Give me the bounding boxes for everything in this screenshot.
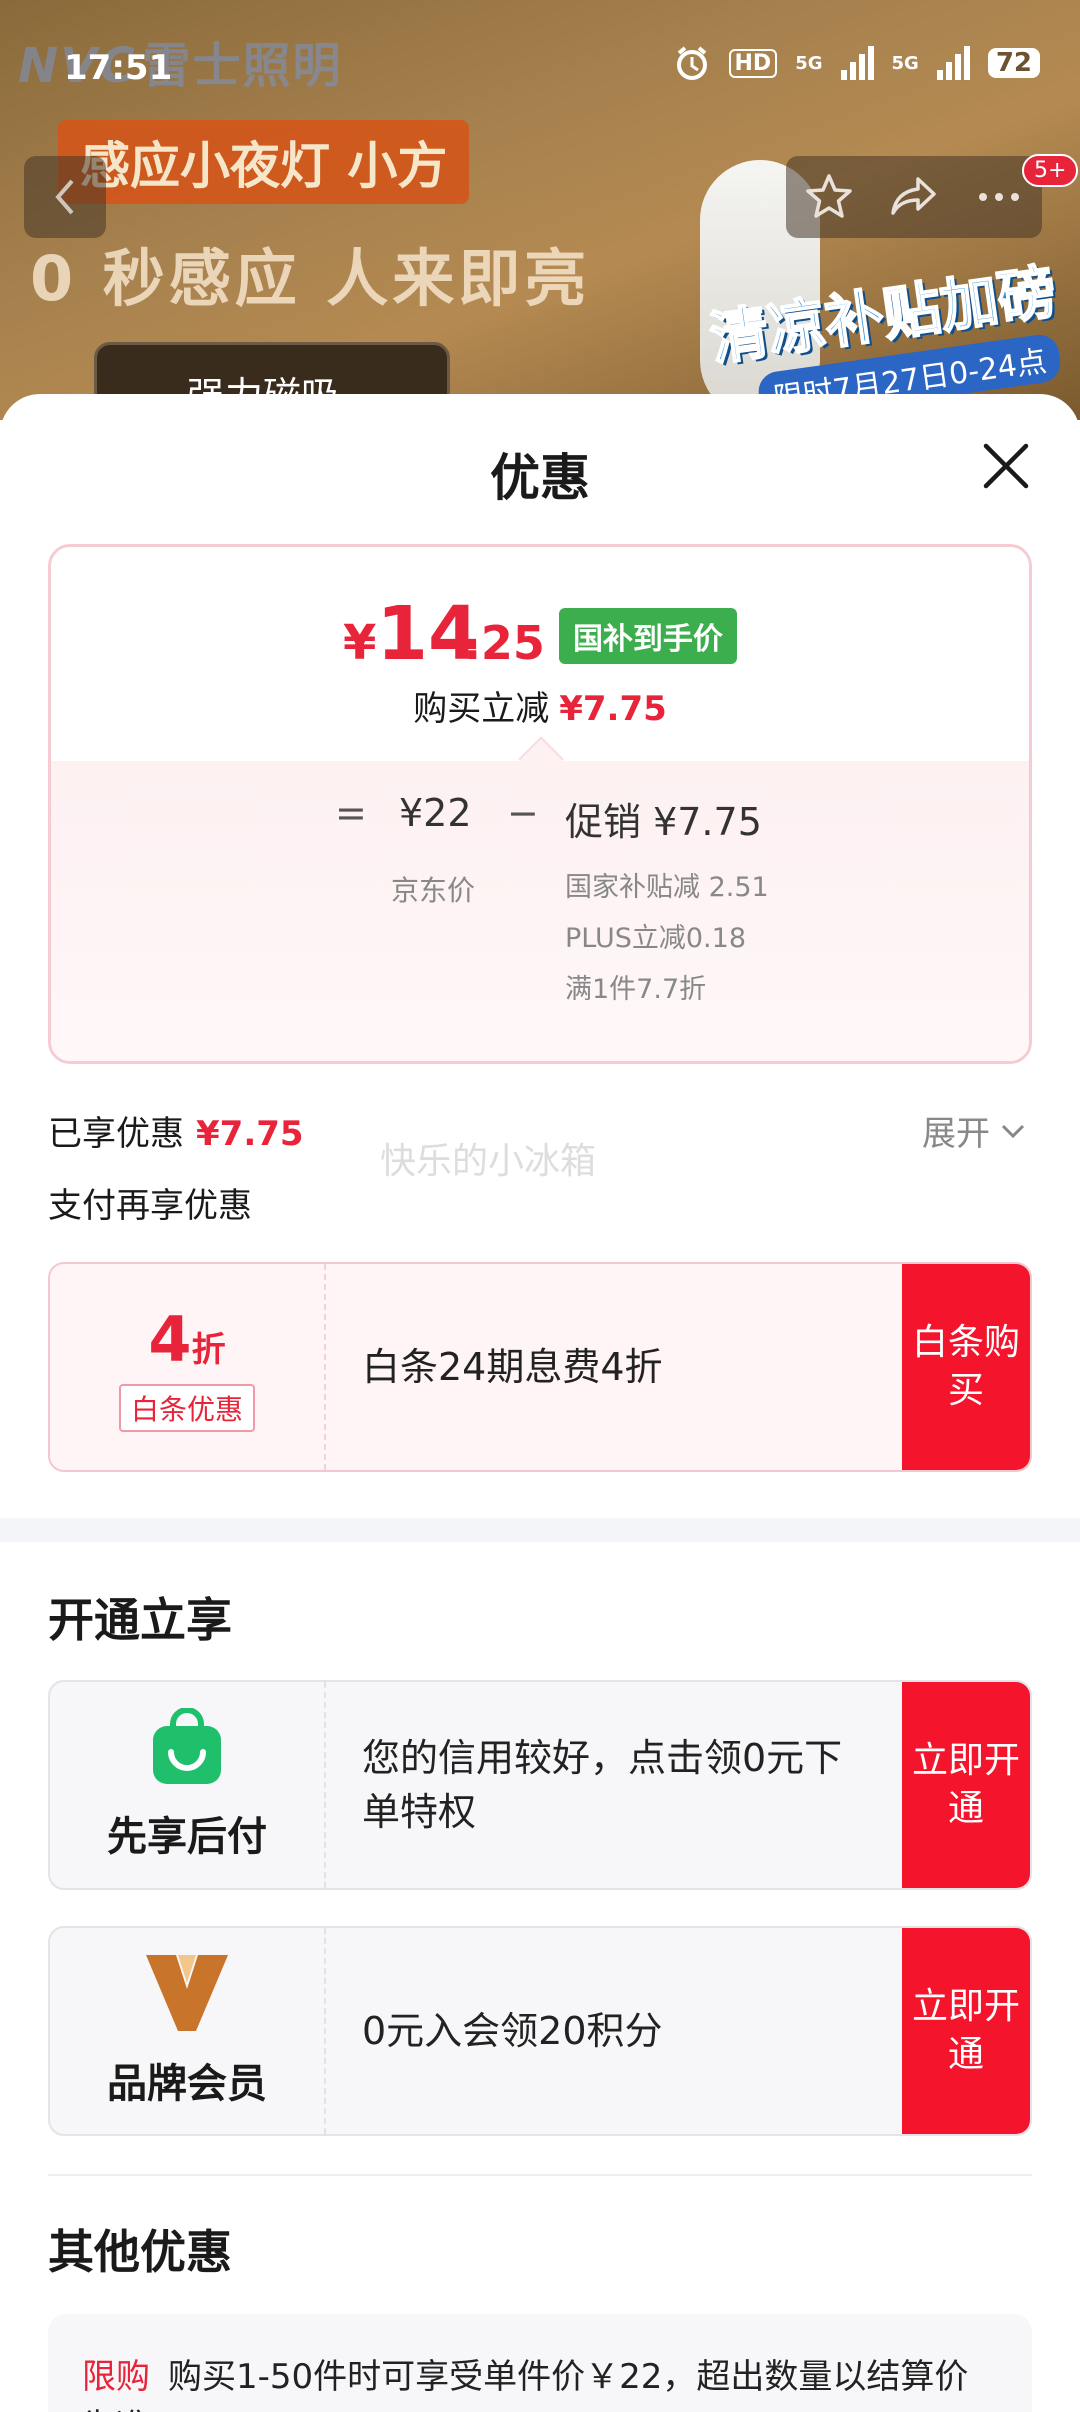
section-divider <box>0 1518 1080 1542</box>
network-label-2: 5G <box>891 52 919 74</box>
pay-more-label: 支付再享优惠 <box>48 1186 252 1226</box>
minus-sign: − <box>507 791 539 835</box>
close-icon <box>983 443 1029 489</box>
pay-later-brand: 先享后付 <box>50 1682 326 1888</box>
alarm-icon <box>676 46 707 80</box>
baitiao-buy-button[interactable]: 白条购买 <box>902 1264 1030 1470</box>
product-banner: NVC 雷士照明 17:51 HD 5G 5G 72 感应小夜灯 小方 0 秒感应… <box>0 0 1080 420</box>
expand-button[interactable]: 展开 <box>922 1106 1026 1155</box>
baitiao-offer: 4折 白条优惠 白条24期息费4折 白条购买 <box>48 1262 1032 1472</box>
price-summary: ¥14.25 国补到手价 购买立减 ¥7.75 <box>51 547 1029 761</box>
promo-total: 促销 ¥7.75 <box>565 800 762 844</box>
open-section-title: 开通立享 <box>48 1593 232 1647</box>
baitiao-desc: 白条24期息费4折 <box>362 1345 663 1389</box>
enjoyed-discount: 已享优惠 ¥7.75 <box>48 1106 304 1155</box>
close-button[interactable] <box>976 436 1036 496</box>
signal-icon-2 <box>936 46 970 80</box>
expand-label: 展开 <box>922 1114 990 1154</box>
jd-price: ¥22 <box>399 791 472 835</box>
baitiao-tag: 白条优惠 <box>118 1383 255 1432</box>
baitiao-discount: 4折 白条优惠 <box>50 1264 326 1470</box>
member-label: 品牌会员 <box>107 2061 267 2107</box>
promo-item: 国家补贴减 2.51 <box>565 872 769 903</box>
status-time: 17:51 <box>64 48 173 88</box>
final-price: ¥14.25 国补到手价 <box>51 591 1029 677</box>
product-slogan: 0 秒感应 人来即亮 <box>30 242 591 315</box>
enjoyed-label: 已享优惠 <box>48 1114 184 1154</box>
purchase-limit: 限购购买1-50件时可享受单件价￥22，超出数量以结算价为准 <box>48 2314 1032 2412</box>
pay-later-offer: 先享后付 您的信用较好，点击领0元下单特权 立即开通 <box>48 1680 1032 1890</box>
price-decimal: .25 <box>463 616 545 670</box>
promo-items: 国家补贴减 2.51 PLUS立减0.18 满1件7.7折 <box>565 869 785 1022</box>
network-label-1: 5G <box>795 52 823 74</box>
price-tag: 国补到手价 <box>558 608 737 664</box>
member-logo-icon <box>146 1955 228 2031</box>
buy-reduce-label: 购买立减 <box>413 689 550 729</box>
back-button[interactable] <box>24 156 106 238</box>
promo-item: 满1件7.7折 <box>565 974 707 1005</box>
member-desc: 0元入会领20积分 <box>362 2009 663 2053</box>
equals-sign: = <box>335 791 367 835</box>
pay-later-label: 先享后付 <box>107 1814 267 1860</box>
chevron-down-icon <box>1001 1124 1025 1138</box>
watermark: 快乐的小冰箱 <box>380 1141 597 1182</box>
brand-member-offer: 品牌会员 0元入会领20积分 立即开通 <box>48 1926 1032 2136</box>
price-card: ¥14.25 国补到手价 购买立减 ¥7.75 = ¥22 − 促销 ¥7.75 … <box>48 544 1032 1064</box>
signal-icon <box>840 46 874 80</box>
promo-item: PLUS立减0.18 <box>565 923 746 954</box>
member-brand: 品牌会员 <box>50 1928 326 2134</box>
product-tag: 感应小夜灯 小方 <box>58 120 470 204</box>
limit-tag: 限购 <box>82 2357 150 2397</box>
share-icon[interactable] <box>888 171 940 223</box>
member-open-button[interactable]: 立即开通 <box>902 1928 1030 2134</box>
chevron-left-icon <box>55 179 74 215</box>
pay-later-open-button[interactable]: 立即开通 <box>902 1682 1030 1888</box>
discount-sheet: 优惠 ¥14.25 国补到手价 购买立减 ¥7.75 = ¥22 − 促销 ¥7.… <box>0 394 1080 2412</box>
sheet-title: 优惠 <box>490 449 590 507</box>
discount-value: 4折 <box>148 1302 226 1376</box>
battery-icon: 72 <box>987 48 1040 78</box>
hd-indicator: HD <box>728 48 778 78</box>
enjoyed-value: ¥7.75 <box>196 1114 304 1154</box>
price-breakdown: = ¥22 − 促销 ¥7.75 京东价 国家补贴减 2.51 PLUS立减0.… <box>51 736 1029 1061</box>
star-icon[interactable] <box>803 171 855 223</box>
top-actions <box>786 156 1042 238</box>
currency-symbol: ¥ <box>343 615 377 671</box>
status-icons: HD 5G 5G 72 <box>673 44 1040 82</box>
more-icon[interactable] <box>973 171 1025 223</box>
jd-price-label: 京东价 <box>391 874 476 907</box>
other-section-title: 其他优惠 <box>48 2225 232 2279</box>
divider <box>48 2174 1032 2176</box>
message-badge: 5+ <box>1022 154 1079 187</box>
pay-later-desc: 您的信用较好，点击领0元下单特权 <box>362 1736 843 1834</box>
shopping-bag-icon <box>153 1708 221 1784</box>
buy-reduce: 购买立减 ¥7.75 <box>51 681 1029 730</box>
buy-reduce-value: ¥7.75 <box>559 689 667 729</box>
limit-text: 购买1-50件时可享受单件价￥22，超出数量以结算价为准 <box>82 2357 969 2412</box>
